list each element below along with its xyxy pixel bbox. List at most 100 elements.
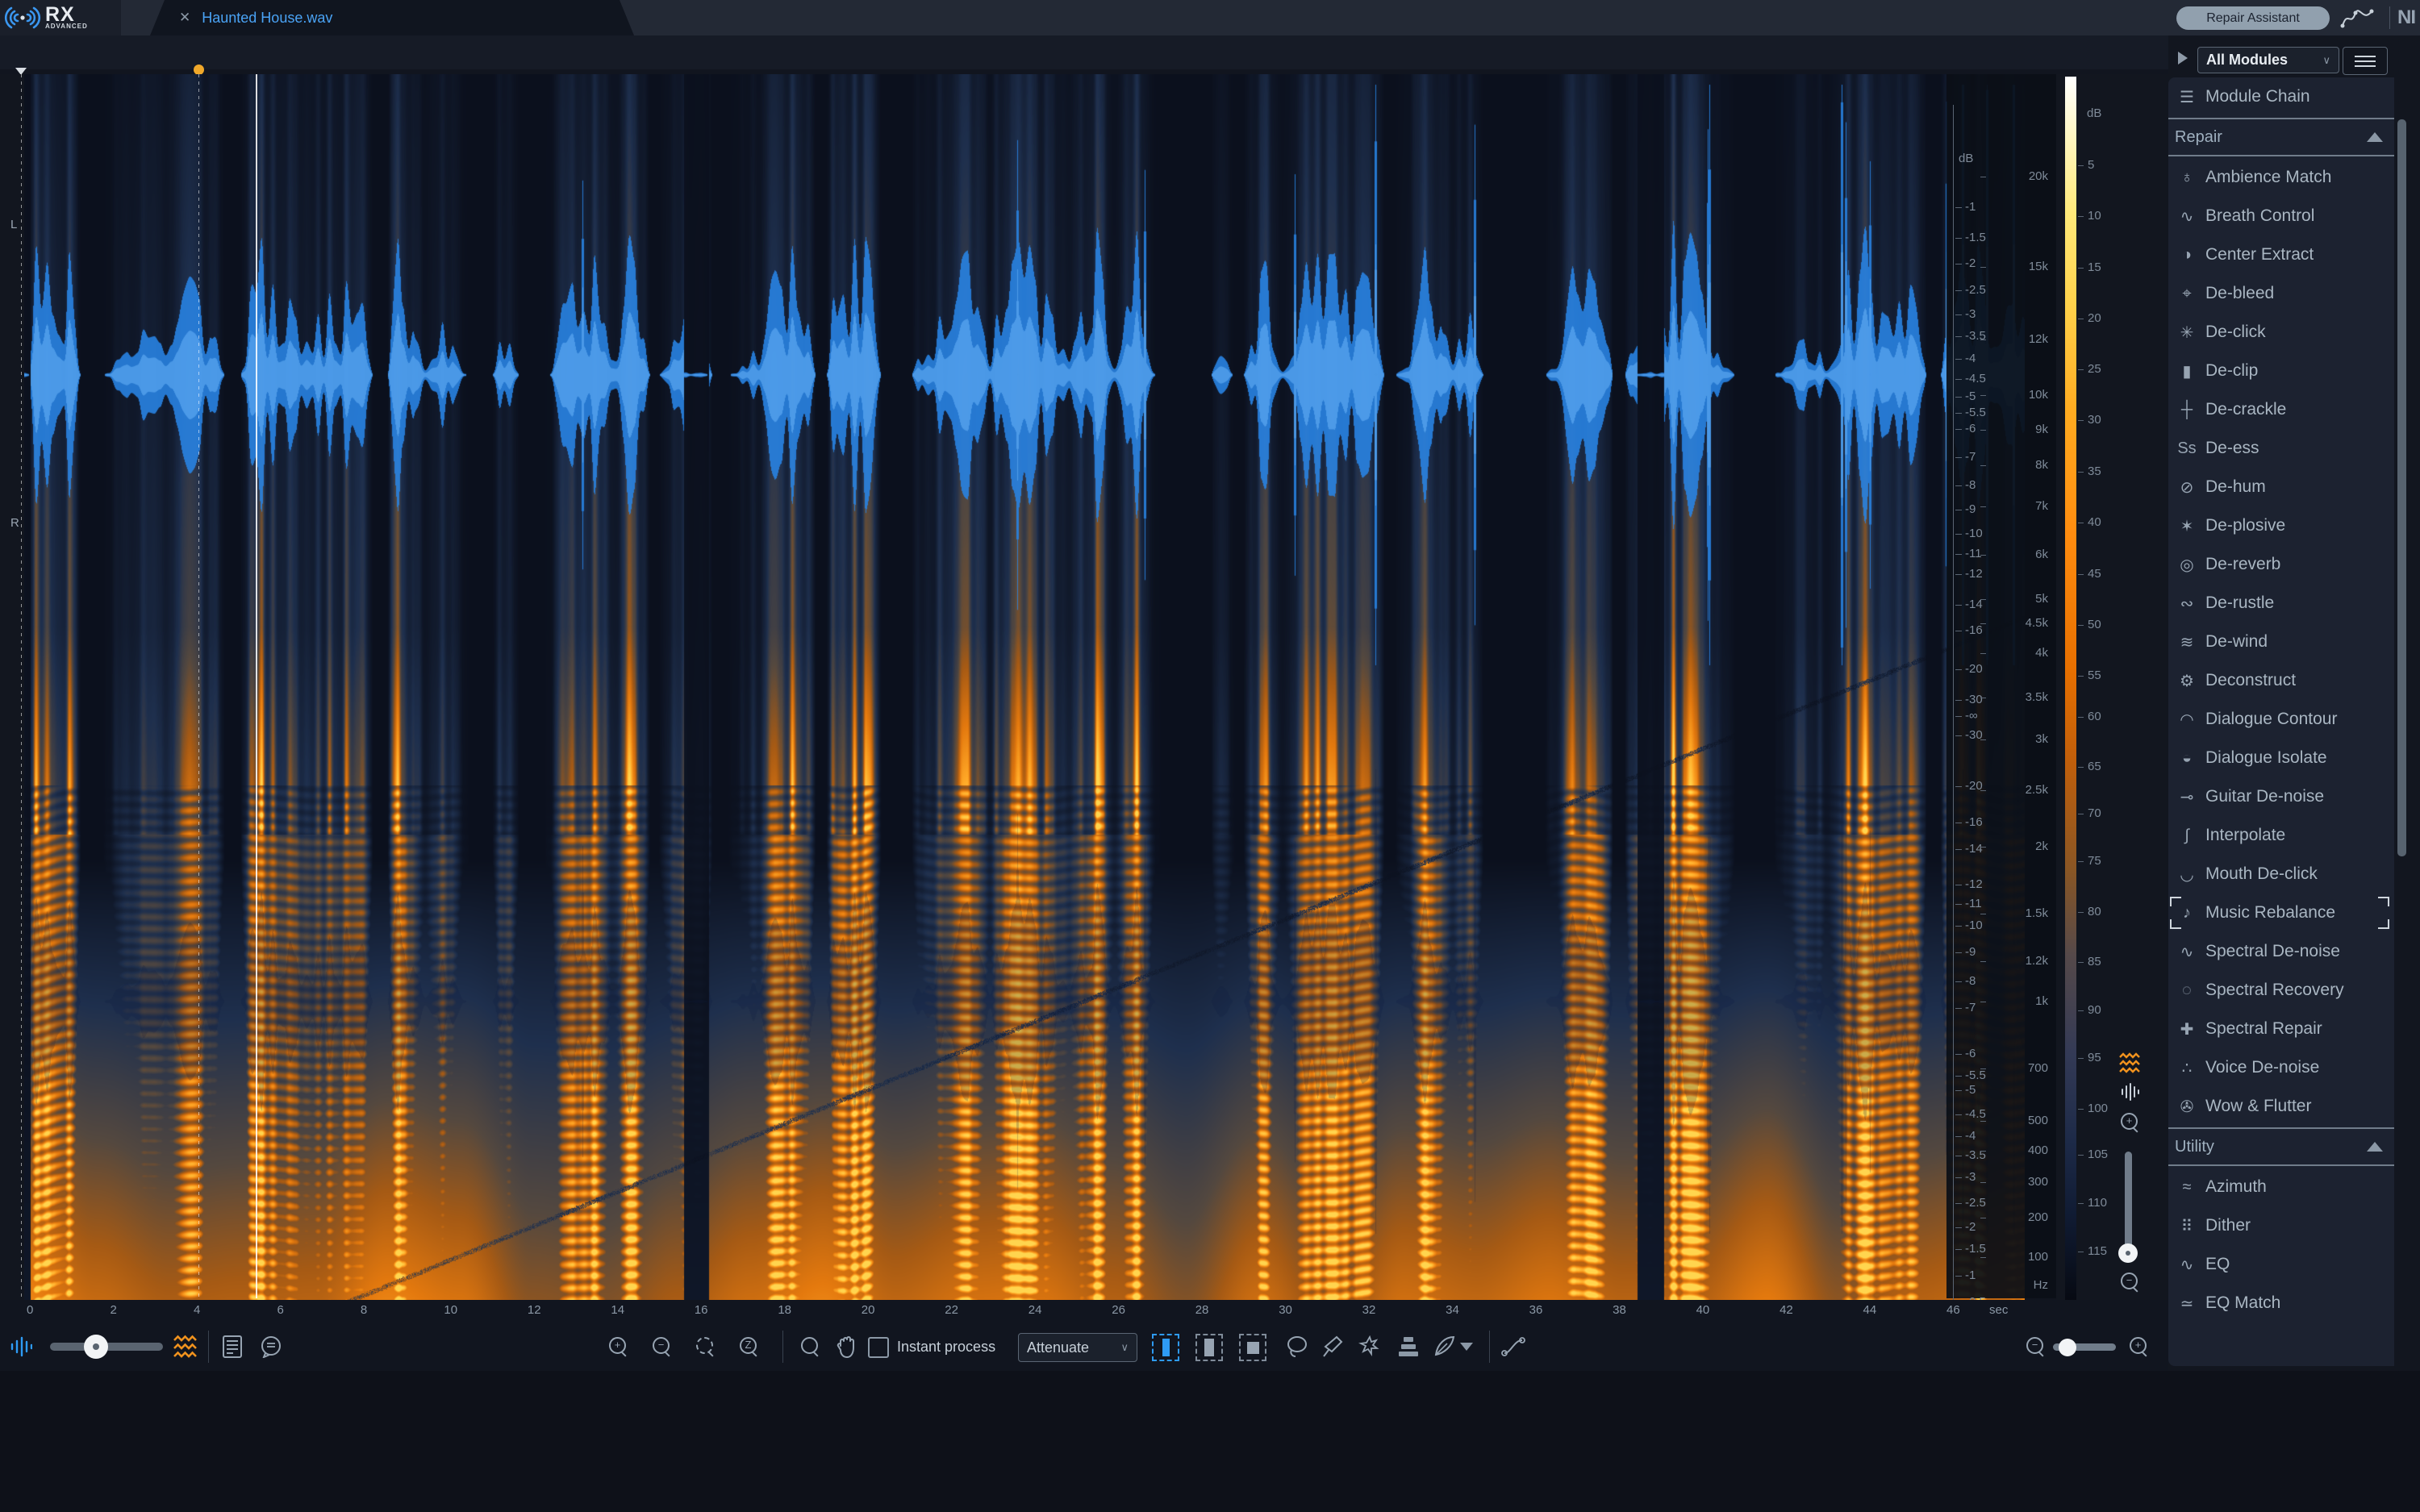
module-item-label: Module Chain (2205, 87, 2310, 106)
waveform-blend-icon[interactable] (6, 1332, 35, 1361)
module-item-label: De-ess (2205, 439, 2259, 458)
signal-chain-icon[interactable] (2339, 6, 2375, 31)
timeline-label: 28 (1195, 1303, 1209, 1317)
playhead[interactable] (256, 74, 257, 1298)
module-item-de-hum[interactable]: ⊘De-hum (2168, 468, 2394, 506)
time-ruler[interactable]: 0246810121416182022242628303234363840424… (0, 1300, 2168, 1324)
scale-tick: 35 (2078, 464, 2101, 478)
module-item-module-chain[interactable]: ☰Module Chain (2168, 77, 2394, 116)
module-item-label: Spectral Recovery (2205, 981, 2344, 1000)
center-extract-icon: ◑ (2168, 246, 2205, 264)
comment-icon[interactable] (257, 1332, 286, 1361)
module-item-voice-de-noise[interactable]: ∴Voice De-noise (2168, 1048, 2394, 1087)
module-item-de-clip[interactable]: ▮De-clip (2168, 352, 2394, 390)
playback-marker-line (198, 74, 199, 1298)
module-item-eq[interactable]: ∿EQ (2168, 1245, 2394, 1284)
spectrogram-colorbar[interactable] (2065, 77, 2076, 1314)
spectrogram-blend-icon[interactable] (171, 1332, 200, 1361)
deconstruct-icon: ⚙ (2168, 671, 2205, 691)
module-item-label: Voice De-noise (2205, 1058, 2319, 1077)
module-item-de-plosive[interactable]: ✶De-plosive (2168, 506, 2394, 545)
module-item-dialogue-contour[interactable]: ◠Dialogue Contour (2168, 700, 2394, 739)
spectrogram-canvas[interactable] (24, 74, 2025, 1300)
feather-tool[interactable] (1429, 1332, 1458, 1361)
scale-tick: 1.5k (1980, 906, 2048, 920)
zoom-out-tool[interactable]: − (653, 1337, 670, 1354)
zoom-reset-tool[interactable]: Z (740, 1337, 757, 1354)
blend-slider-knob[interactable] (84, 1335, 108, 1359)
interpolate-icon: ∫ (2168, 827, 2205, 845)
module-item-de-wind[interactable]: ≋De-wind (2168, 623, 2394, 661)
instant-process-checkbox[interactable] (868, 1337, 889, 1358)
module-item-mouth-de-click[interactable]: ◡Mouth De-click (2168, 855, 2394, 893)
module-item-center-extract[interactable]: ◑Center Extract (2168, 235, 2394, 274)
process-mode-dropdown[interactable]: Attenuate∨ (1018, 1333, 1137, 1362)
module-item-de-ess[interactable]: SsDe-ess (2168, 429, 2394, 468)
zoom-selection-tool[interactable] (696, 1337, 713, 1354)
vertical-zoom-in-icon[interactable]: + (2121, 1113, 2138, 1130)
repair-assistant-button[interactable]: Repair Assistant (2176, 6, 2330, 30)
tab-close-icon[interactable]: ✕ (179, 10, 190, 26)
brush-tool[interactable] (1319, 1332, 1348, 1361)
module-item-label: Wow & Flutter (2205, 1097, 2311, 1116)
module-item-ambience-match[interactable]: ♁Ambience Match (2168, 158, 2394, 197)
module-item-de-bleed[interactable]: ⌖De-bleed (2168, 274, 2394, 313)
clipboard-icon[interactable] (218, 1332, 247, 1361)
module-item-interpolate[interactable]: ∫Interpolate (2168, 816, 2394, 855)
feather-dropdown-icon[interactable] (1458, 1332, 1475, 1361)
horizontal-zoom-out-icon[interactable]: − (2026, 1337, 2043, 1354)
module-item-de-reverb[interactable]: ◎De-reverb (2168, 545, 2394, 584)
module-item-dither[interactable]: ⠿Dither (2168, 1206, 2394, 1245)
module-item-breath-control[interactable]: ∿Breath Control (2168, 197, 2394, 235)
collapse-icon[interactable] (2367, 1142, 2383, 1152)
magic-wand-tool[interactable] (1355, 1332, 1384, 1361)
frequency-selection-tool[interactable] (1239, 1334, 1266, 1361)
magnify-tool[interactable] (801, 1337, 818, 1354)
module-item-de-click[interactable]: ✳De-click (2168, 313, 2394, 352)
tab-label[interactable]: Haunted House.wav (202, 10, 332, 27)
dialogue-isolate-icon: ◒ (2168, 749, 2205, 768)
horizontal-zoom-knob[interactable] (2059, 1339, 2076, 1356)
vertical-zoom-knob[interactable] (2118, 1243, 2138, 1263)
module-item-spectral-de-noise[interactable]: ∿Spectral De-noise (2168, 932, 2394, 971)
zoom-in-tool[interactable]: + (609, 1337, 626, 1354)
module-item-spectral-recovery[interactable]: ◌Spectral Recovery (2168, 971, 2394, 1010)
module-item-label: Spectral Repair (2205, 1019, 2322, 1039)
azimuth-icon: ≈ (2168, 1178, 2205, 1197)
module-section-utility[interactable]: Utility (2168, 1127, 2394, 1166)
scale-tick: -8 (1955, 478, 1976, 492)
module-selector-dropdown[interactable]: All Modules∨ (2197, 47, 2339, 73)
vertical-zoom-slider[interactable] (2125, 1152, 2132, 1256)
time-selection-tool[interactable] (1152, 1334, 1179, 1361)
module-section-repair[interactable]: Repair (2168, 118, 2394, 156)
scale-tick: 40 (2078, 515, 2101, 529)
module-item-music-rebalance[interactable]: ♪Music Rebalance (2168, 893, 2394, 932)
module-item-de-crackle[interactable]: ┼De-crackle (2168, 390, 2394, 429)
module-item-spectral-repair[interactable]: ✚Spectral Repair (2168, 1010, 2394, 1048)
module-item-azimuth[interactable]: ≈Azimuth (2168, 1168, 2394, 1206)
module-item-de-rustle[interactable]: ∾De-rustle (2168, 584, 2394, 623)
scale-tick: -3 (1955, 1170, 1976, 1184)
voice-de-noise-icon: ∴ (2168, 1058, 2205, 1078)
lasso-tool[interactable] (1283, 1332, 1312, 1361)
spectrogram-view-icon[interactable] (2118, 1052, 2143, 1075)
time-frequency-selection-tool[interactable] (1195, 1334, 1223, 1361)
module-menu-button[interactable] (2343, 47, 2388, 75)
module-item-deconstruct[interactable]: ⚙Deconstruct (2168, 661, 2394, 700)
module-item-dialogue-isolate[interactable]: ◒Dialogue Isolate (2168, 739, 2394, 777)
file-tab[interactable]: ✕ Haunted House.wav (150, 0, 634, 35)
module-item-eq-match[interactable]: ≃EQ Match (2168, 1284, 2394, 1322)
module-run-icon[interactable] (2178, 52, 2188, 65)
waveform-view-icon[interactable] (2120, 1082, 2141, 1102)
module-item-guitar-de-noise[interactable]: ⊸Guitar De-noise (2168, 777, 2394, 816)
vertical-zoom-out-icon[interactable]: − (2121, 1272, 2138, 1289)
module-item-wow-flutter[interactable]: ✇Wow & Flutter (2168, 1087, 2394, 1126)
collapse-icon[interactable] (2367, 132, 2383, 142)
hand-tool[interactable] (832, 1332, 862, 1361)
adjustment-lists-icon[interactable] (1394, 1332, 1423, 1361)
horizontal-zoom-in-icon[interactable]: + (2130, 1337, 2147, 1354)
bezier-tool[interactable] (1499, 1332, 1528, 1361)
music-rebalance-icon: ♪ (2168, 904, 2205, 923)
module-list-scrollbar[interactable] (2397, 119, 2406, 856)
de-reverb-icon: ◎ (2168, 555, 2205, 575)
